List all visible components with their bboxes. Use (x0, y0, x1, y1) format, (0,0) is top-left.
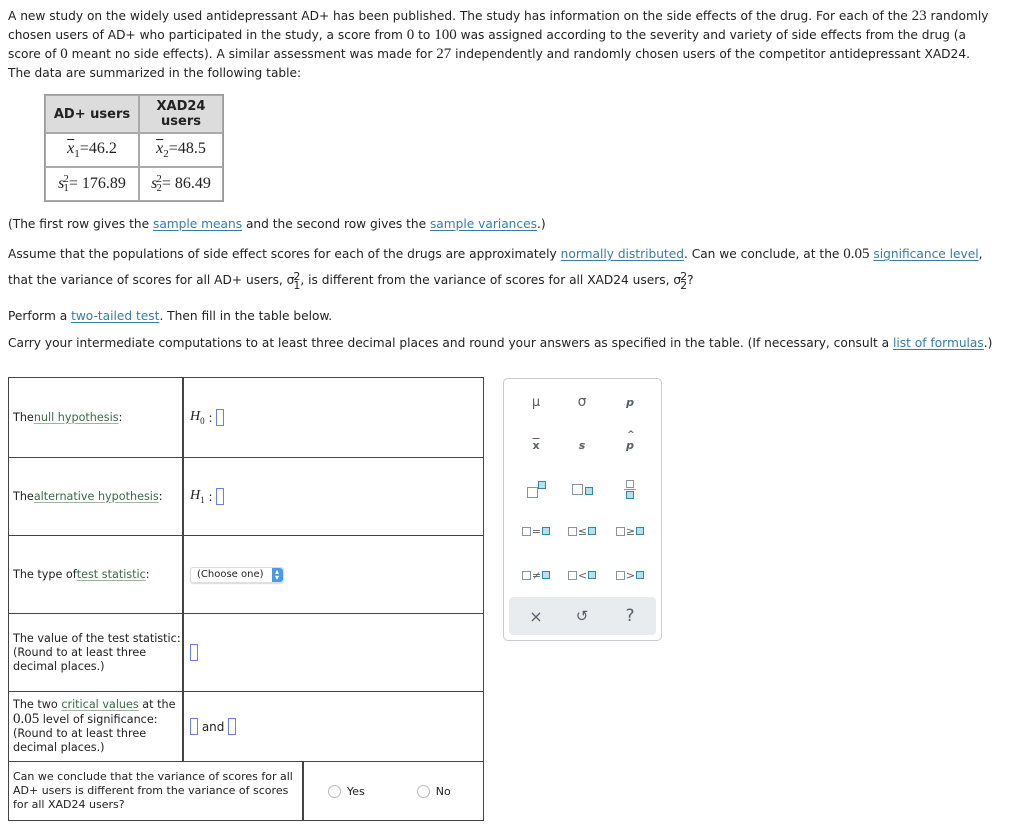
sigma-button[interactable]: σ (562, 391, 602, 413)
intro-line-4: The data are summarized in the following… (8, 66, 302, 80)
h0-label: H0 (190, 409, 205, 426)
superscript-button[interactable] (516, 478, 556, 500)
assume-line: Assume that the populations of side effe… (8, 246, 983, 262)
test-statistic-select[interactable]: (Choose one) ▴ ▾ (190, 566, 284, 583)
answer-table: The null hypothesis: H0 : The alternativ… (8, 377, 484, 821)
null-hypothesis-row: The null hypothesis: H0 : (9, 378, 483, 458)
conclusion-question: Can we conclude that the variance of sco… (13, 770, 293, 811)
s-button[interactable]: s (562, 434, 602, 456)
phat-button[interactable]: ^ p (610, 430, 650, 456)
null-hypothesis-link[interactable]: null hypothesis (34, 411, 119, 425)
undo-icon: ↺ (575, 607, 589, 625)
mean-xad24: x2=48.5 (139, 133, 223, 167)
superscript-icon (526, 480, 546, 498)
greater-equal-button[interactable]: ≥ (610, 520, 650, 542)
less-than-button[interactable]: < (562, 564, 602, 586)
no-radio[interactable] (416, 785, 430, 798)
variance-adplus: s2 1= 176.89 (45, 167, 139, 201)
alternative-hypothesis-link[interactable]: alternative hypothesis (34, 490, 159, 504)
h1-label: H1 (190, 488, 205, 505)
help-icon: ? (625, 606, 635, 626)
subscript-button[interactable] (562, 478, 602, 500)
fraction-icon (624, 479, 636, 499)
test-statistic-value-input[interactable] (190, 644, 198, 661)
intro-line-2: chosen users of AD+ who participated in … (8, 27, 967, 43)
header-adplus: AD+ users (45, 95, 139, 133)
greater-equal-icon: ≥ (615, 525, 645, 538)
variance-question-line: that the variance of scores for all AD+ … (8, 269, 694, 292)
intro-line-1: A new study on the widely used antidepre… (8, 8, 989, 24)
greater-than-icon: > (615, 569, 645, 582)
variance-xad24: s2 2= 86.49 (139, 167, 223, 201)
xbar-button[interactable]: x (516, 434, 556, 456)
list-of-formulas-link[interactable]: list of formulas (893, 336, 984, 350)
significance-level-link[interactable]: significance level (873, 247, 978, 261)
clear-button[interactable]: × (516, 605, 556, 627)
no-option[interactable]: No (416, 784, 451, 798)
perform-line: Perform a two-tailed test. Then fill in … (8, 309, 333, 323)
mean-adplus: x1=46.2 (45, 133, 139, 167)
mu-button[interactable]: μ (516, 391, 556, 413)
null-hypothesis-input[interactable] (216, 409, 225, 426)
two-tailed-test-link[interactable]: two-tailed test (71, 309, 159, 323)
alternative-hypothesis-input[interactable] (216, 488, 225, 505)
not-equal-icon: ≠ (521, 569, 551, 582)
test-statistic-value-row: The value of the test statistic: (Round t… (9, 614, 483, 692)
critical-values-row: The two critical values at the 0.05 level… (9, 692, 483, 762)
fraction-button[interactable] (610, 478, 650, 500)
sample-means-link[interactable]: sample means (153, 217, 242, 231)
intro-line-3: score of 0 meant no side effects). A sim… (8, 46, 970, 62)
summary-data-table: AD+ users XAD24 users x1=46.2 x2=48.5 s2… (44, 94, 224, 202)
test-statistic-link[interactable]: test statistic (77, 568, 146, 582)
not-equal-button[interactable]: ≠ (516, 564, 556, 586)
yes-option[interactable]: Yes (328, 784, 365, 798)
test-statistic-type-row: The type of test statistic: (Choose one)… (9, 536, 483, 614)
less-equal-button[interactable]: ≤ (562, 520, 602, 542)
critical-values-link[interactable]: critical values (61, 698, 138, 711)
note-first-row: (The first row gives the sample means an… (8, 217, 546, 231)
subscript-icon (571, 483, 593, 495)
greater-than-button[interactable]: > (610, 564, 650, 586)
yes-radio[interactable] (328, 785, 341, 798)
select-arrows-icon: ▴ ▾ (271, 567, 283, 582)
critical-value-1-input[interactable] (190, 718, 198, 735)
normally-distributed-link[interactable]: normally distributed (561, 247, 684, 261)
alternative-hypothesis-row: The alternative hypothesis: H1 : (9, 458, 483, 536)
undo-button[interactable]: ↺ (562, 605, 602, 627)
palette-footer: × ↺ ? (509, 597, 656, 635)
less-than-icon: < (567, 569, 597, 582)
math-palette: μ σ p x s ^ p = ≤ ≥ ≠ < > × ↺ ? (503, 378, 662, 641)
critical-value-2-input[interactable] (228, 718, 237, 735)
p-button[interactable]: p (610, 391, 650, 413)
help-button[interactable]: ? (610, 605, 650, 627)
equals-button[interactable]: = (516, 520, 556, 542)
sample-variances-link[interactable]: sample variances (430, 217, 537, 231)
equals-icon: = (521, 525, 551, 538)
header-xad24: XAD24 users (139, 95, 223, 133)
carry-line: Carry your intermediate computations to … (8, 336, 993, 350)
conclusion-row: Can we conclude that the variance of sco… (9, 762, 483, 820)
clear-icon: × (529, 606, 543, 626)
less-equal-icon: ≤ (567, 525, 597, 538)
